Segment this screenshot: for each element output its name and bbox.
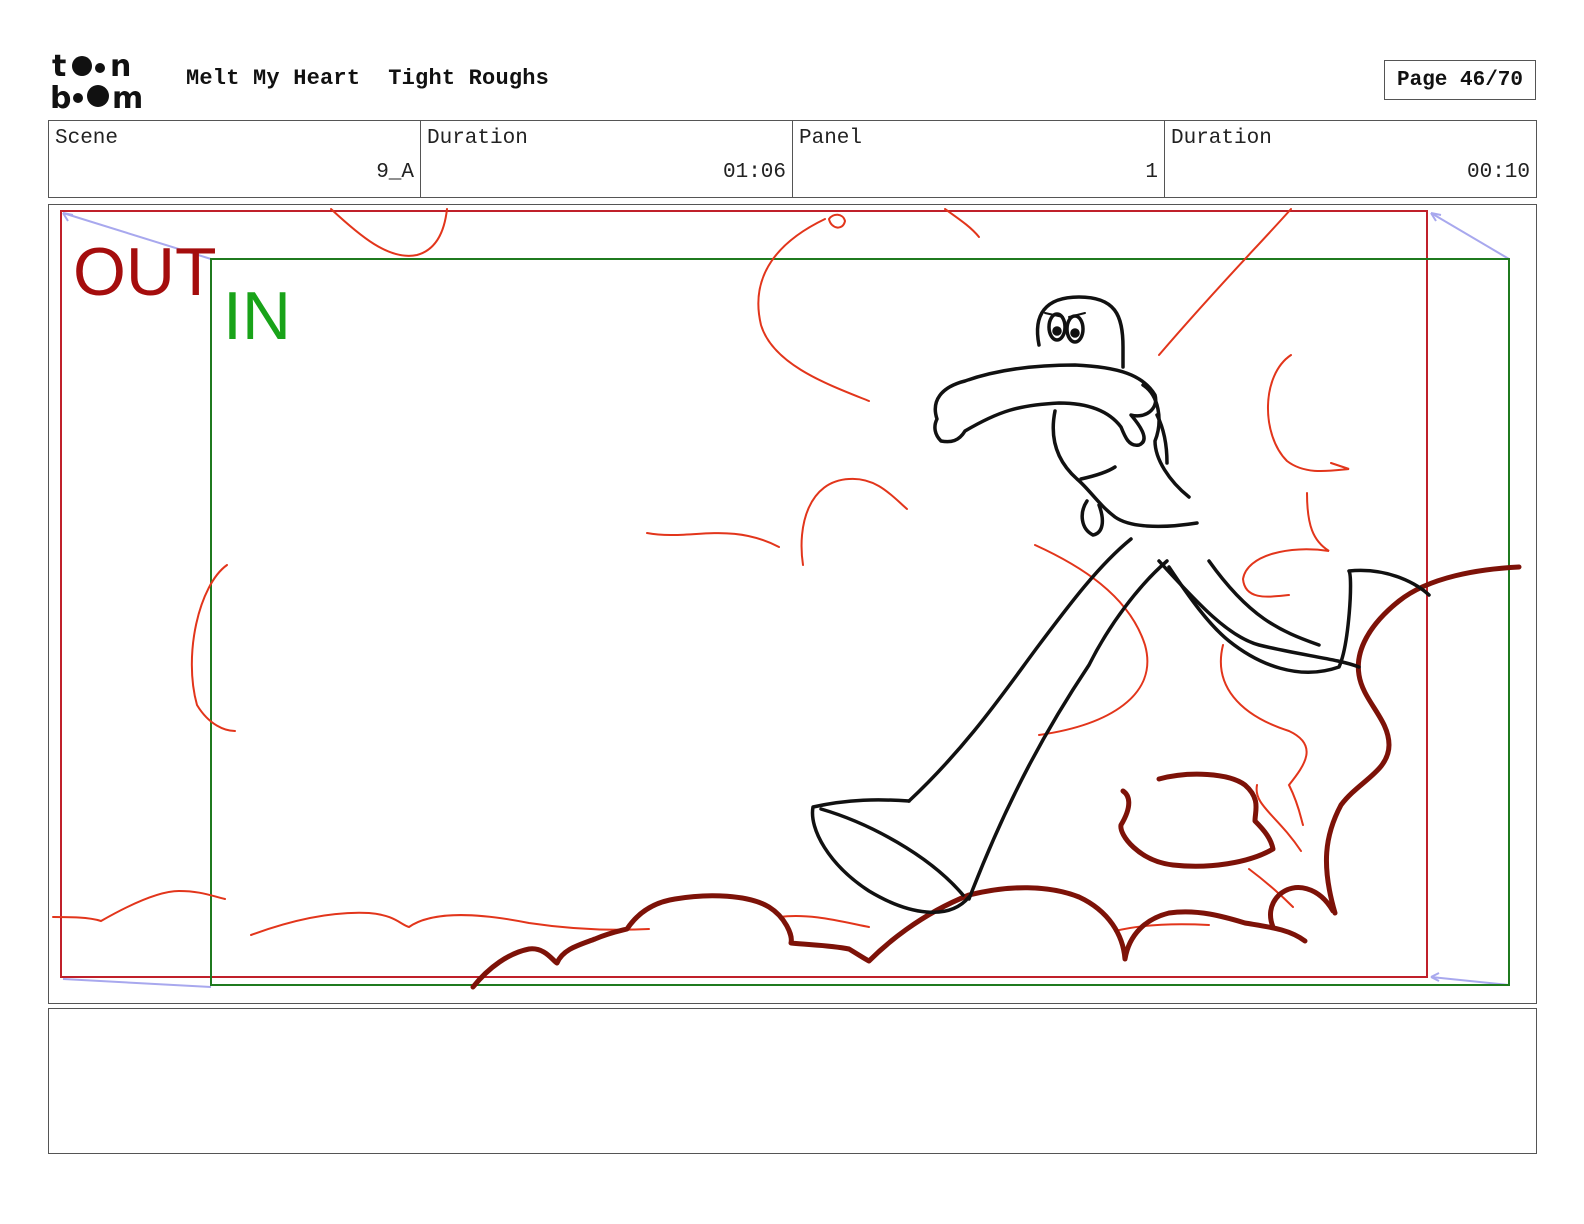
scene-info-table: Scene 9_A Duration 01:06 Panel 1 Duratio… xyxy=(48,120,1537,198)
scene-cell: Scene 9_A xyxy=(49,121,421,197)
scene-value: 9_A xyxy=(376,161,414,184)
panel-cell: Panel 1 xyxy=(793,121,1165,197)
panel-duration-cell: Duration 00:10 xyxy=(1165,121,1536,197)
scene-duration-label: Duration xyxy=(427,127,528,150)
page-indicator: Page 46/70 xyxy=(1384,60,1536,100)
panel-notes-box[interactable] xyxy=(48,1008,1537,1154)
project-title: Melt My Heart xyxy=(186,66,361,91)
foreground-clouds xyxy=(470,564,1522,990)
board-name: Tight Roughs xyxy=(388,66,550,91)
out-label: OUT xyxy=(73,234,217,310)
svg-text:m: m xyxy=(112,81,143,114)
in-frame xyxy=(210,258,1510,986)
svg-text:b: b xyxy=(50,81,71,114)
svg-text:n: n xyxy=(110,50,131,84)
in-label: IN xyxy=(223,278,291,354)
scene-duration-value: 01:06 xyxy=(722,161,786,184)
scene-label: Scene xyxy=(55,127,119,150)
panel-value: 1 xyxy=(1145,161,1158,184)
panel-label: Panel xyxy=(799,127,863,150)
panel-drawing: OUT IN xyxy=(52,208,1522,990)
board-title: Melt My Heart Tight Roughs xyxy=(186,66,549,91)
svg-text:t: t xyxy=(52,50,66,84)
scene-duration-cell: Duration 01:06 xyxy=(421,121,793,197)
panel-duration-value: 00:10 xyxy=(1466,161,1530,184)
toon-boom-logo: t n b m xyxy=(50,50,143,114)
storyboard-panel: OUT IN xyxy=(48,204,1537,1004)
panel-duration-label: Duration xyxy=(1171,127,1272,150)
